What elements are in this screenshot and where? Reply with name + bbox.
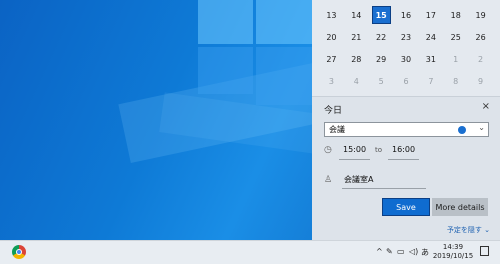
calendar-day[interactable]: 17	[418, 5, 443, 25]
calendar-day-number: 19	[475, 10, 486, 20]
calendar-day-number: 6	[403, 76, 409, 86]
calendar-day[interactable]: 2	[468, 49, 493, 69]
calendar-day-number: 4	[353, 76, 359, 86]
calendar-day[interactable]: 27	[319, 49, 344, 69]
calendar-day-number: 17	[425, 10, 436, 20]
taskbar: ^ ✎ ▭ ◁) あ 14:39 2019/10/15	[0, 240, 500, 264]
calendar-day-number: 15	[371, 6, 391, 24]
calendar-day[interactable]: 22	[369, 27, 394, 47]
end-time-field[interactable]: 16:00	[388, 144, 420, 160]
tray-chevron-icon[interactable]: ^	[376, 247, 383, 256]
calendar-flyout: 13 14 15 16 17 18 19 20 21 22 23 24 25 26 27 28 29 30 31 1 2…	[312, 0, 500, 241]
calendar-week-row: 20 21 22 23 24 25 26	[319, 27, 493, 47]
calendar-day-number: 25	[450, 32, 461, 42]
pen-icon[interactable]: ✎	[386, 247, 393, 256]
chrome-icon[interactable]	[12, 245, 26, 259]
calendar-day[interactable]: 6	[394, 71, 419, 91]
more-details-button[interactable]: More details	[432, 198, 488, 216]
calendar-day-number: 24	[425, 32, 436, 42]
taskbar-clock[interactable]: 14:39 2019/10/15	[430, 243, 476, 261]
agenda-title: 今日	[324, 106, 343, 116]
clock-icon: ◷	[324, 145, 332, 155]
close-icon[interactable]: ×	[482, 101, 490, 112]
agenda-pane: 今日 × 会議 ⌄ ◷ 15:00 to 16:00 ♙ 会議室A Save M…	[312, 96, 500, 241]
calendar-day-selected[interactable]: 15	[369, 5, 394, 25]
calendar-day[interactable]: 7	[418, 71, 443, 91]
taskbar-time: 14:39	[442, 243, 464, 251]
calendar-day-number: 14	[351, 10, 362, 20]
start-time-field[interactable]: 15:00	[339, 144, 371, 160]
calendar-day-number: 1	[453, 54, 459, 64]
calendar-day[interactable]: 3	[319, 71, 344, 91]
calendar-day[interactable]: 8	[443, 71, 468, 91]
calendar-day-number: 23	[400, 32, 412, 42]
calendar-day-number: 21	[351, 32, 362, 42]
location-input[interactable]: 会議室A	[342, 173, 426, 189]
calendar-day-number: 28	[351, 54, 362, 64]
hide-agenda-link[interactable]: 予定を隠す ⌄	[447, 225, 490, 235]
calendar-day-number: 16	[400, 10, 412, 20]
windows-logo	[198, 0, 312, 108]
month-grid: 13 14 15 16 17 18 19 20 21 22 23 24 25 26 27 28 29 30 31 1 2…	[312, 0, 500, 96]
calendar-day-number: 30	[400, 54, 412, 64]
calendar-day[interactable]: 14	[344, 5, 369, 25]
calendar-week-row: 3 4 5 6 7 8 9	[319, 71, 493, 91]
chevron-down-icon[interactable]: ⌄	[478, 123, 485, 132]
calendar-day[interactable]: 16	[394, 5, 419, 25]
calendar-day-number: 8	[453, 76, 459, 86]
calendar-day-number: 3	[328, 76, 334, 86]
calendar-week-row: 13 14 15 16 17 18 19	[319, 5, 493, 25]
calendar-day-number: 27	[326, 54, 337, 64]
calendar-day[interactable]: 30	[394, 49, 419, 69]
calendar-day-number: 26	[475, 32, 486, 42]
calendar-day[interactable]: 26	[468, 27, 493, 47]
calendar-day-number: 9	[478, 76, 484, 86]
calendar-day[interactable]: 5	[369, 71, 394, 91]
calendar-day[interactable]: 1	[443, 49, 468, 69]
volume-icon[interactable]: ◁)	[409, 247, 418, 256]
ime-indicator[interactable]: あ	[421, 247, 429, 258]
calendar-day-number: 29	[376, 54, 387, 64]
event-name-input[interactable]: 会議 ⌄	[324, 122, 489, 137]
calendar-day[interactable]: 23	[394, 27, 419, 47]
calendar-week-row: 27 28 29 30 31 1 2	[319, 49, 493, 69]
calendar-day-number: 13	[326, 10, 337, 20]
network-icon[interactable]: ▭	[397, 247, 405, 256]
save-button[interactable]: Save	[382, 198, 430, 216]
calendar-day[interactable]: 31	[418, 49, 443, 69]
calendar-day[interactable]: 20	[319, 27, 344, 47]
taskbar-date: 2019/10/15	[432, 252, 474, 260]
location-icon: ♙	[324, 175, 333, 185]
calendar-color-dot[interactable]	[458, 126, 466, 134]
calendar-day[interactable]: 18	[443, 5, 468, 25]
calendar-day[interactable]: 9	[468, 71, 493, 91]
calendar-day[interactable]: 29	[369, 49, 394, 69]
notification-icon[interactable]	[480, 246, 489, 256]
calendar-day-number: 7	[428, 76, 434, 86]
calendar-day[interactable]: 21	[344, 27, 369, 47]
calendar-day[interactable]: 24	[418, 27, 443, 47]
event-name-value: 会議	[329, 125, 345, 134]
calendar-day[interactable]: 28	[344, 49, 369, 69]
calendar-day-number: 31	[425, 54, 436, 64]
calendar-day-number: 22	[376, 32, 387, 42]
to-label: to	[375, 146, 383, 154]
calendar-day[interactable]: 4	[344, 71, 369, 91]
calendar-day[interactable]: 13	[319, 5, 344, 25]
calendar-day-number: 2	[478, 54, 484, 64]
calendar-day-number: 20	[326, 32, 337, 42]
calendar-day[interactable]: 19	[468, 5, 493, 25]
calendar-day[interactable]: 25	[443, 27, 468, 47]
calendar-day-number: 18	[450, 10, 461, 20]
calendar-day-number: 5	[378, 76, 384, 86]
